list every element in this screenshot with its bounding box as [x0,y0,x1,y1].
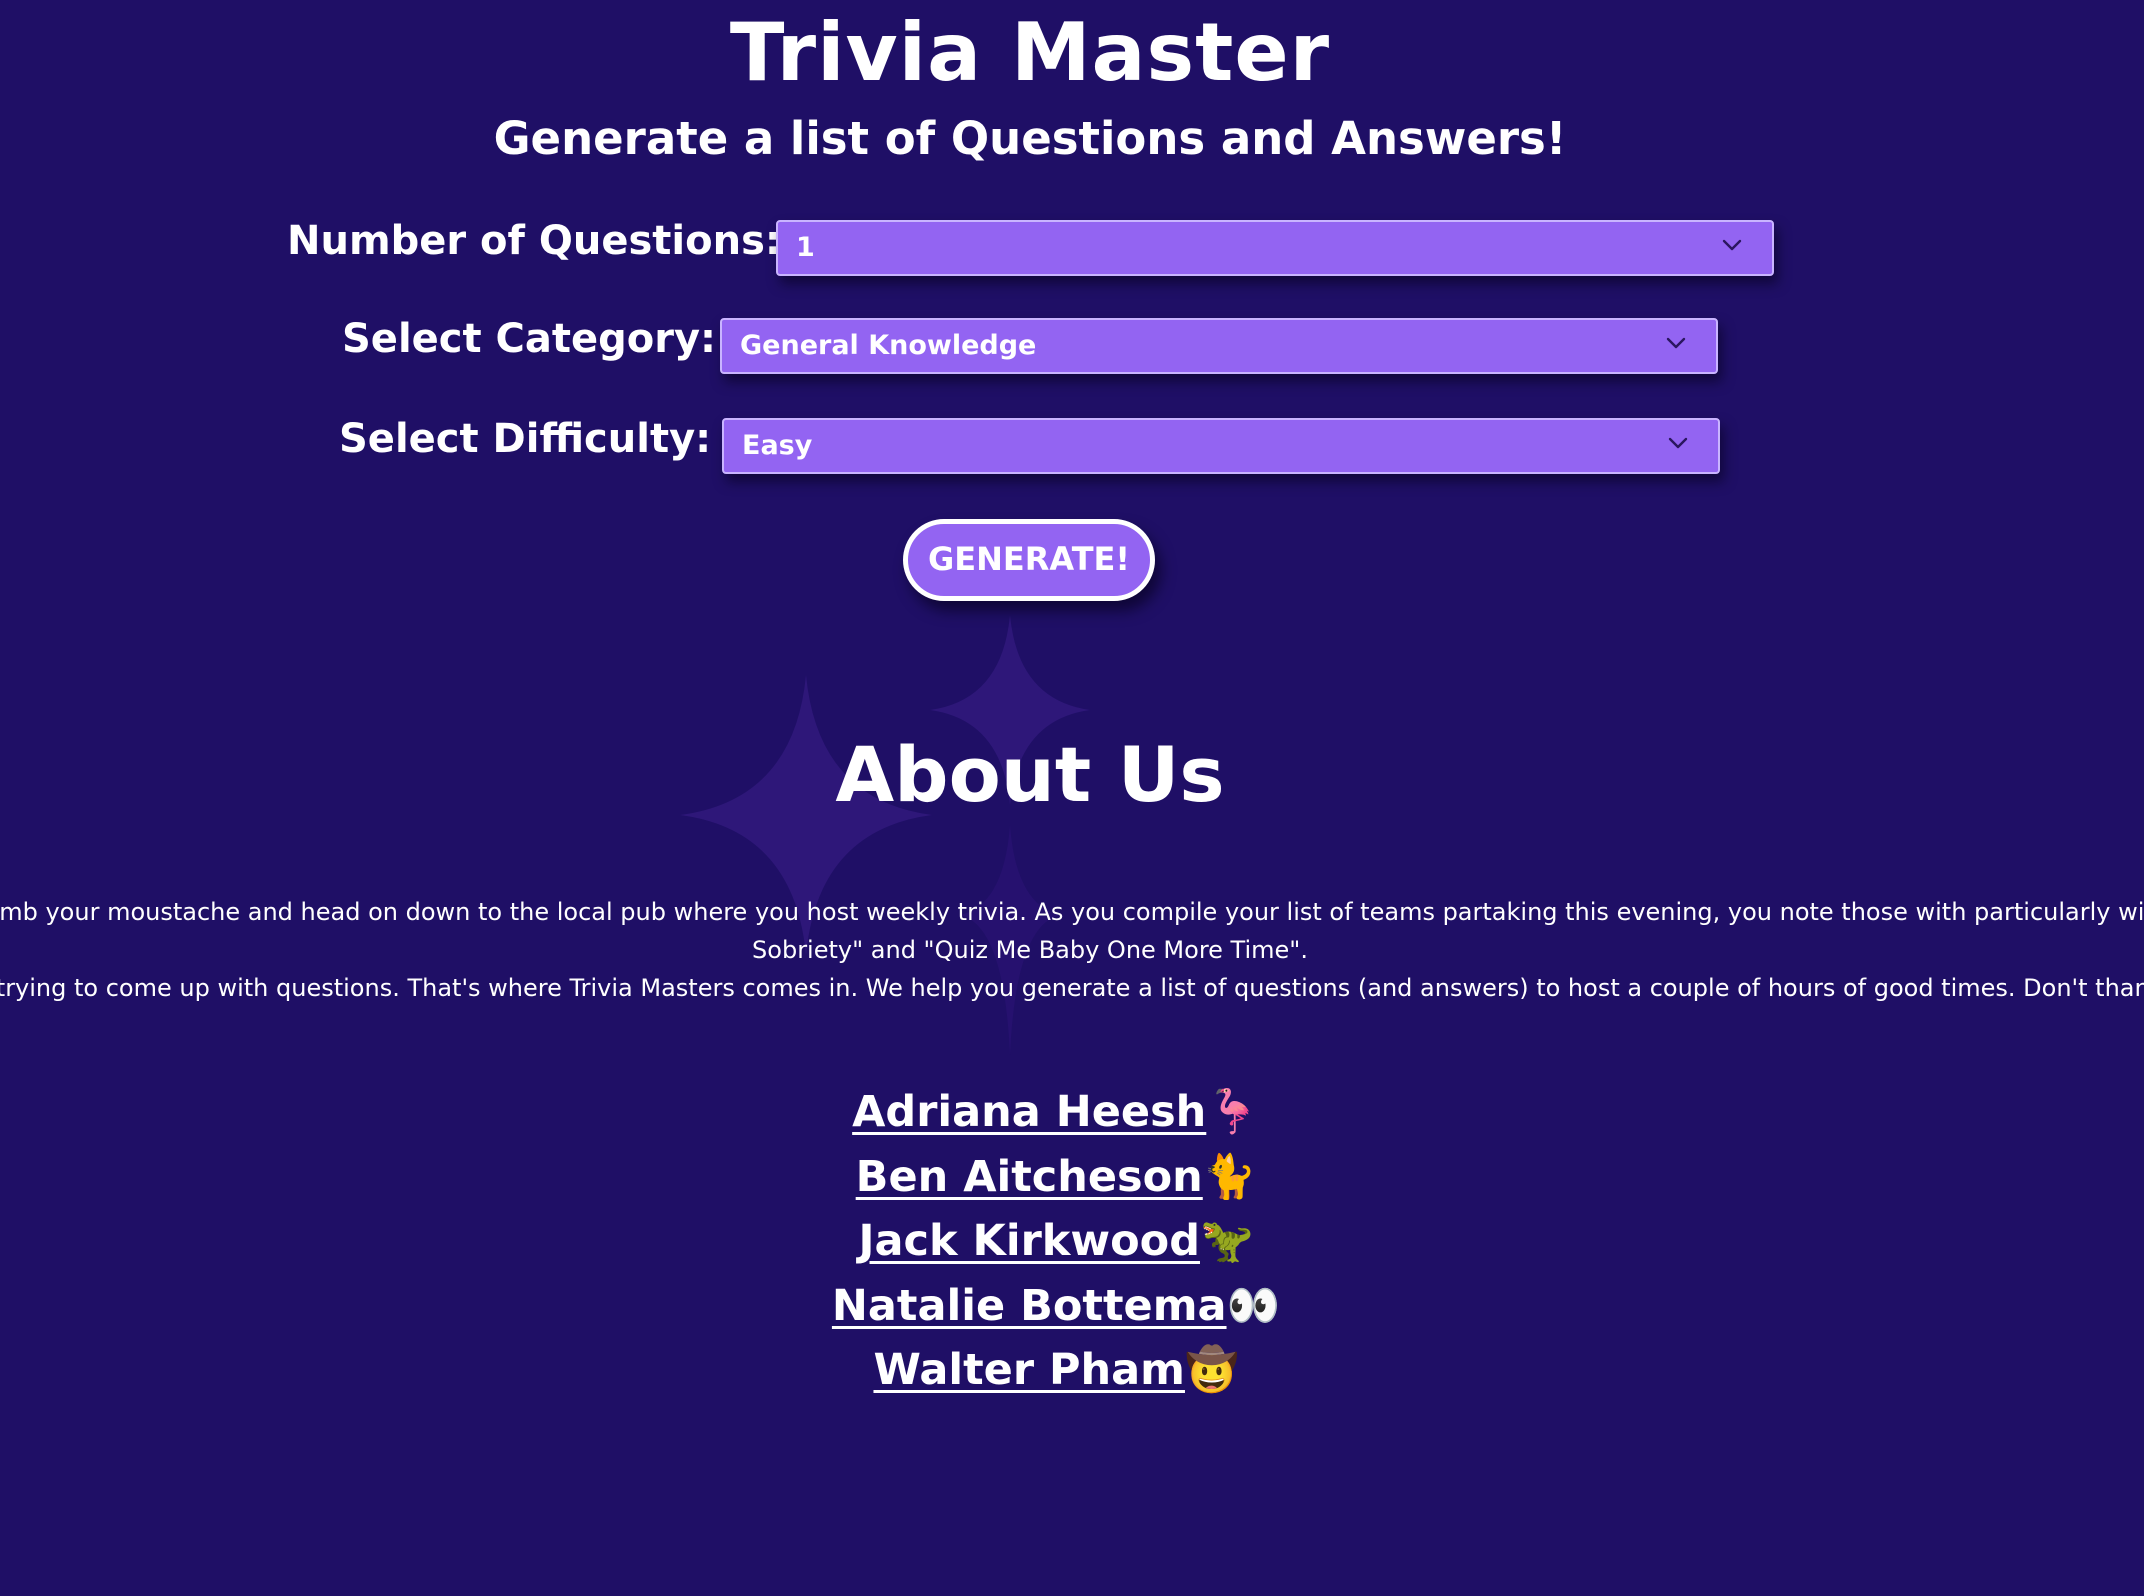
team-member-name: Natalie Bottema [831,1280,1227,1331]
chevron-down-icon [1666,337,1686,349]
category-select-value: General Knowledge [740,330,1037,361]
team-member-link[interactable]: Natalie Bottema👀 [832,1274,1280,1339]
category-select[interactable]: General Knowledge [720,318,1718,374]
about-paragraph-line: You put your patterned button up, comb y… [0,898,2144,926]
flamingo-icon: 🦩 [1206,1087,1260,1137]
about-us-heading: About Us [835,730,1225,819]
difficulty-label: Select Difficulty: [339,416,712,462]
questions-select[interactable]: 1 [776,220,1774,276]
cat-icon: 🐈 [1202,1151,1257,1202]
about-paragraph-line: Sobriety" and "Quiz Me Baby One More Tim… [752,936,1308,964]
cowboy-face-icon: 🤠 [1184,1345,1239,1395]
questions-select-value: 1 [796,232,815,263]
questions-label: Number of Questions: [287,218,781,264]
team-member-link[interactable]: Walter Pham🤠 [873,1338,1238,1403]
eyes-icon: 👀 [1226,1280,1281,1331]
team-member-name: Walter Pham [873,1345,1185,1395]
dinosaur-icon: 🦖 [1199,1216,1254,1266]
page-subtitle: Generate a list of Questions and Answers… [493,112,1567,165]
team-member-link[interactable]: Adriana Heesh🦩 [852,1080,1260,1145]
team-member-link[interactable]: Jack Kirkwood🦖 [858,1209,1253,1274]
team-member-name: Jack Kirkwood [858,1216,1200,1266]
generate-button[interactable]: GENERATE! [903,519,1155,601]
difficulty-select[interactable]: Easy [722,418,1720,474]
about-us-text: You put your patterned button up, comb y… [0,898,2144,1008]
team-member-name: Adriana Heesh [852,1087,1207,1137]
category-label: Select Category: [342,316,717,362]
team-member-name: Ben Aitcheson [855,1151,1203,1202]
chevron-down-icon [1722,239,1742,251]
difficulty-select-value: Easy [742,430,813,461]
about-paragraph-line: But you're on struggle street trying to … [0,974,2144,1002]
team-list: Adriana Heesh🦩 Ben Aitcheson🐈 Jack Kirkw… [0,1080,2112,1403]
page-title: Trivia Master [729,6,1331,99]
team-member-link[interactable]: Ben Aitcheson🐈 [856,1145,1257,1210]
chevron-down-icon [1668,437,1688,449]
